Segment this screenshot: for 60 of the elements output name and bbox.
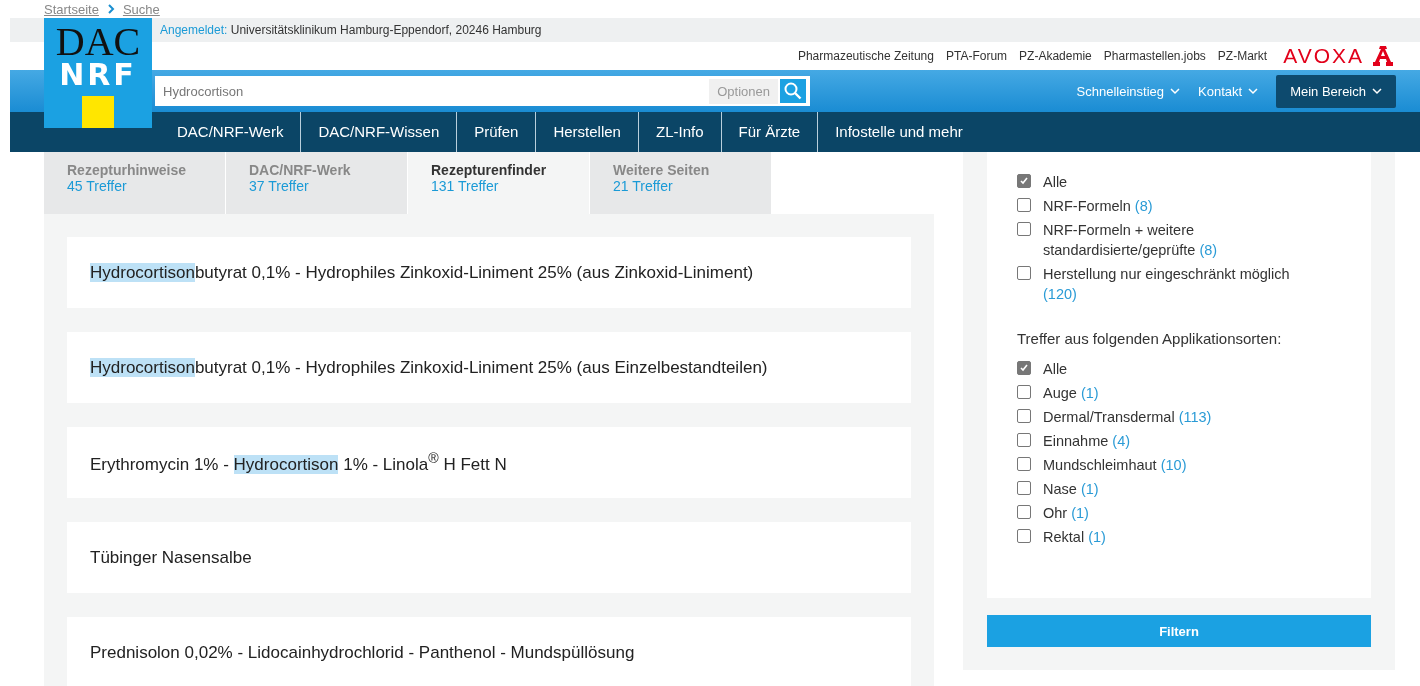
breadcrumb-link[interactable]: Startseite [44, 1, 99, 17]
filter-heading: Treffer aus folgenden Applikationsorten: [1017, 330, 1283, 347]
nav-item[interactable]: DAC/NRF-Werk [160, 112, 301, 152]
checkbox[interactable] [1017, 361, 1031, 375]
filter-label: Rektal (1) [1043, 528, 1107, 547]
filter-label: NRF-Formeln (8) [1043, 197, 1154, 216]
chevron-icon [106, 4, 115, 14]
logo-text: NRF [59, 60, 137, 90]
filter-label: Alle [1043, 360, 1069, 379]
checkbox[interactable] [1017, 433, 1031, 447]
filter-label: Dermal/Transdermal (113) [1043, 408, 1213, 427]
partner-link[interactable]: Pharmastellen.jobs [1103, 49, 1206, 63]
checkbox[interactable] [1017, 409, 1031, 423]
result-card[interactable]: Tübinger Nasensalbe [67, 522, 911, 593]
result-tab[interactable]: Rezepturenfinder 131 Treffer [408, 152, 589, 214]
result-card[interactable]: Erythromycin 1% - Hydrocortison 1% - Linola$^{®}$ H Fett N [67, 427, 911, 498]
filter-label: Ohr (1) [1043, 504, 1090, 523]
filter-label: Nase (1) [1043, 480, 1100, 499]
result-title: Hydrocortisonbutyrat 0,1% - Hydrophiles Zinkoxid-Liniment 25% (aus Einzelbestandteilen) [90, 357, 768, 378]
search-icon[interactable] [780, 79, 806, 103]
result-title: Hydrocortisonbutyrat 0,1% - Hydrophiles Zinkoxid-Liniment 25% (aus Zinkoxid-Liniment) [90, 262, 754, 283]
partner-link[interactable]: PZ-Markt [1217, 49, 1268, 63]
filter-label: Herstellung nur eingeschränkt möglich (120) [1043, 265, 1291, 304]
logo[interactable]: DAC NRF [44, 18, 152, 128]
filter-label: Mundschleimhaut (10) [1043, 456, 1188, 475]
search-field[interactable]: Hydrocortison Optionen [155, 76, 810, 106]
partner-link[interactable]: Pharmazeutische Zeitung [797, 49, 934, 63]
chevron-down-icon [1248, 87, 1259, 95]
square-icon [82, 96, 114, 128]
pharmacy-a-icon [1372, 45, 1394, 67]
filter-label: Auge (1) [1043, 384, 1100, 403]
chevron-down-icon [1170, 87, 1181, 95]
chevron-down-icon [1372, 87, 1382, 95]
filter-label: Einnahme (4) [1043, 432, 1132, 451]
filter-label: Alle [1043, 173, 1069, 192]
account-button[interactable]: Mein Bereich [1276, 74, 1396, 108]
login-info: Angemeldet: Universitätsklinikum Hamburg-Eppendorf, 20246 Hamburg [160, 23, 542, 37]
result-title: Prednisolon 0,02% - Lidocainhydrochlorid - Panthenol - Mundspüllösung [90, 642, 635, 663]
logo-text: DAC [55, 24, 141, 60]
result-title: Erythromycin 1% - Hydrocortison 1% - Linola$^{®}$ H Fett N [90, 450, 507, 475]
check-icon [1019, 176, 1029, 186]
checkbox[interactable] [1017, 198, 1031, 212]
checkbox[interactable] [1017, 457, 1031, 471]
checkbox[interactable] [1017, 529, 1031, 543]
check-icon [1019, 363, 1029, 373]
checkbox[interactable] [1017, 266, 1031, 280]
breadcrumb-link[interactable]: Suche [122, 1, 160, 17]
checkbox[interactable] [1017, 222, 1031, 236]
brand-logo[interactable]: AVOXA [1283, 44, 1364, 68]
checkbox[interactable] [1017, 481, 1031, 495]
partner-link[interactable]: PZ-Akademie [1019, 49, 1092, 63]
result-title: Tübinger Nasensalbe [90, 547, 252, 568]
result-card[interactable]: Hydrocortisonbutyrat 0,1% - Hydrophiles Zinkoxid-Liniment 25% (aus Zinkoxid-Liniment) [67, 237, 911, 308]
checkbox[interactable] [1017, 505, 1031, 519]
checkbox[interactable] [1017, 385, 1031, 399]
partner-link[interactable]: PTA-Forum [945, 49, 1008, 63]
result-card[interactable]: Prednisolon 0,02% - Lidocainhydrochlorid - Panthenol - Mundspüllösung [67, 617, 911, 686]
filter-label: NRF-Formeln + weitere standardisierte/geprüfte (8) [1043, 221, 1219, 260]
checkbox[interactable] [1017, 174, 1031, 188]
result-card[interactable]: Hydrocortisonbutyrat 0,1% - Hydrophiles Zinkoxid-Liniment 25% (aus Einzelbestandteilen) [67, 332, 911, 403]
